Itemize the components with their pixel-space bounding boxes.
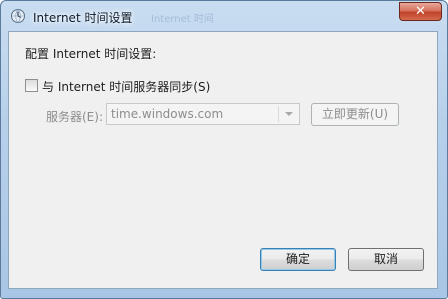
settings-heading: 配置 Internet 时间设置:: [25, 47, 157, 61]
cancel-button[interactable]: 取消: [348, 248, 424, 271]
update-now-button[interactable]: 立即更新(U): [311, 103, 399, 126]
server-label: 服务器(E):: [46, 110, 103, 124]
chevron-down-icon[interactable]: [285, 112, 293, 116]
clock-globe-icon: [10, 8, 26, 24]
window-title-reflection: Internet 时间: [151, 14, 214, 25]
ok-button[interactable]: 确定: [260, 248, 336, 271]
window-title: Internet 时间设置: [33, 11, 133, 25]
close-icon: ✕: [415, 4, 426, 19]
dialog-window: Internet 时间设置 Internet 时间 ✕ 配置 Internet …: [0, 0, 448, 299]
title-bar[interactable]: Internet 时间设置 Internet 时间 ✕: [1, 1, 447, 31]
close-button[interactable]: ✕: [399, 2, 442, 21]
sync-checkbox-label[interactable]: 与 Internet 时间服务器同步(S): [42, 78, 210, 95]
dialog-content: 配置 Internet 时间设置: 与 Internet 时间服务器同步(S) …: [8, 31, 438, 289]
dropdown-separator: [278, 106, 279, 122]
sync-checkbox[interactable]: [25, 79, 38, 92]
server-value: time.windows.com: [111, 107, 224, 121]
server-dropdown[interactable]: time.windows.com: [106, 103, 300, 125]
